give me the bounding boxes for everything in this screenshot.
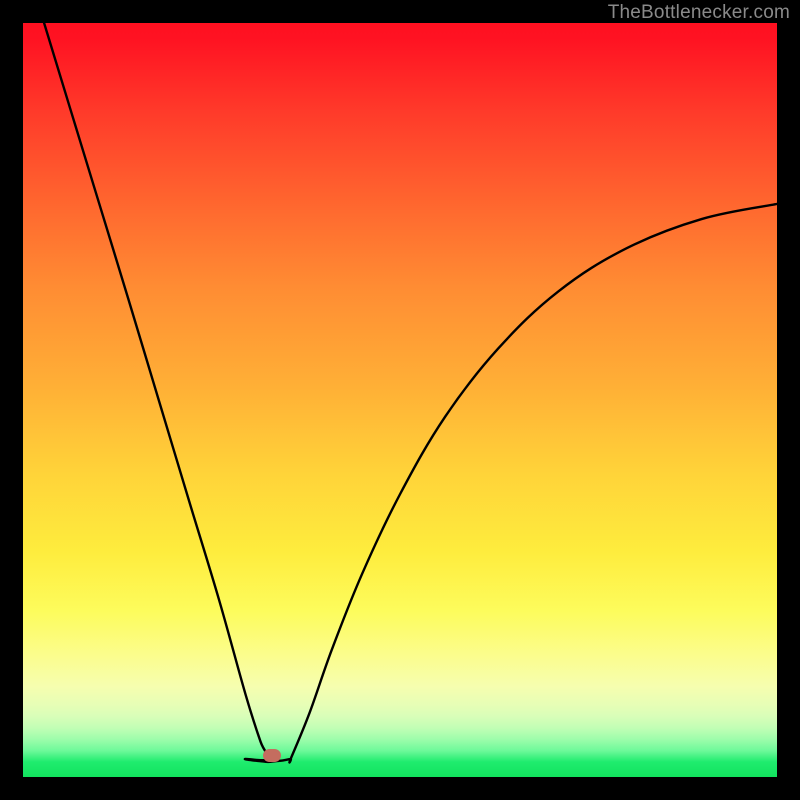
attribution-label: TheBottlenecker.com	[608, 2, 790, 24]
bottleneck-curve	[44, 23, 777, 763]
optimum-marker	[263, 749, 281, 762]
curve-svg	[23, 23, 777, 777]
